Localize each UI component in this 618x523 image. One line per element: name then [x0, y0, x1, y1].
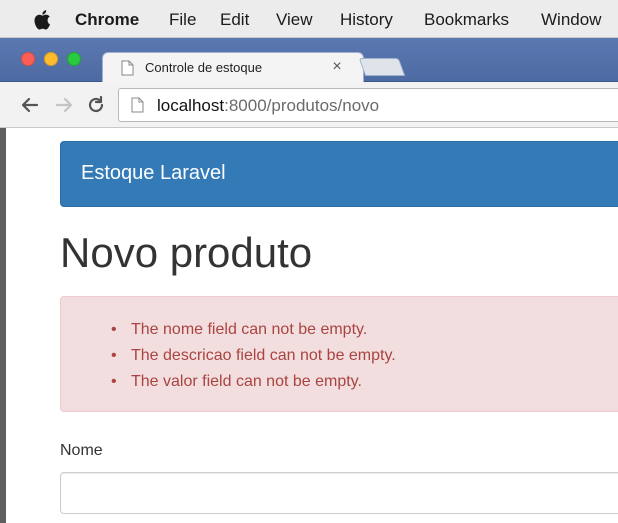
menu-bookmarks[interactable]: Bookmarks [424, 10, 509, 30]
url-path: :8000/produtos/novo [224, 96, 380, 115]
tab-strip: Controle de estoque × [0, 38, 618, 83]
menu-edit[interactable]: Edit [220, 10, 249, 30]
error-item: • The nome field can not be empty. [111, 317, 396, 343]
menu-history[interactable]: History [340, 10, 393, 30]
navbar-brand[interactable]: Estoque Laravel [81, 162, 226, 185]
bullet-icon: • [111, 321, 117, 338]
menu-file[interactable]: File [169, 10, 196, 30]
address-bar[interactable]: localhost:8000/produtos/novo [118, 88, 618, 122]
url-text: localhost:8000/produtos/novo [157, 96, 379, 116]
error-text: The nome field can not be empty. [131, 321, 368, 338]
error-text: The descricao field can not be empty. [131, 347, 396, 364]
bullet-icon: • [111, 347, 117, 364]
apple-icon[interactable] [33, 9, 51, 30]
page-icon [121, 60, 134, 76]
bullet-icon: • [111, 373, 117, 390]
macos-menubar: Chrome File Edit View History Bookmarks … [0, 0, 618, 38]
page-icon [131, 97, 144, 113]
reload-icon[interactable] [86, 95, 106, 115]
tab-controle-de-estoque[interactable]: Controle de estoque × [102, 52, 364, 83]
tab-title: Controle de estoque [145, 60, 263, 75]
minimize-window-button[interactable] [44, 52, 58, 66]
window-edge [0, 128, 6, 523]
nome-label: Nome [60, 442, 103, 459]
error-list: • The nome field can not be empty. • The d… [111, 317, 396, 395]
menu-window[interactable]: Window [541, 10, 601, 30]
error-alert: • The nome field can not be empty. • The d… [60, 296, 618, 412]
close-window-button[interactable] [21, 52, 35, 66]
page-title: Novo produto [60, 229, 313, 276]
browser-toolbar: localhost:8000/produtos/novo [0, 82, 618, 128]
menu-chrome[interactable]: Chrome [75, 10, 139, 30]
back-arrow-icon[interactable] [20, 95, 40, 115]
maximize-window-button[interactable] [67, 52, 81, 66]
error-item: • The descricao field can not be empty. [111, 343, 396, 369]
forward-arrow-icon[interactable] [54, 95, 74, 115]
error-text: The valor field can not be empty. [131, 373, 362, 390]
url-host: localhost [157, 96, 225, 115]
error-item: • The valor field can not be empty. [111, 369, 396, 395]
menu-view[interactable]: View [276, 10, 313, 30]
navbar: Estoque Laravel [60, 141, 618, 207]
new-tab-button[interactable] [358, 58, 406, 76]
close-tab-icon[interactable]: × [329, 58, 345, 76]
nome-input[interactable] [60, 472, 618, 514]
